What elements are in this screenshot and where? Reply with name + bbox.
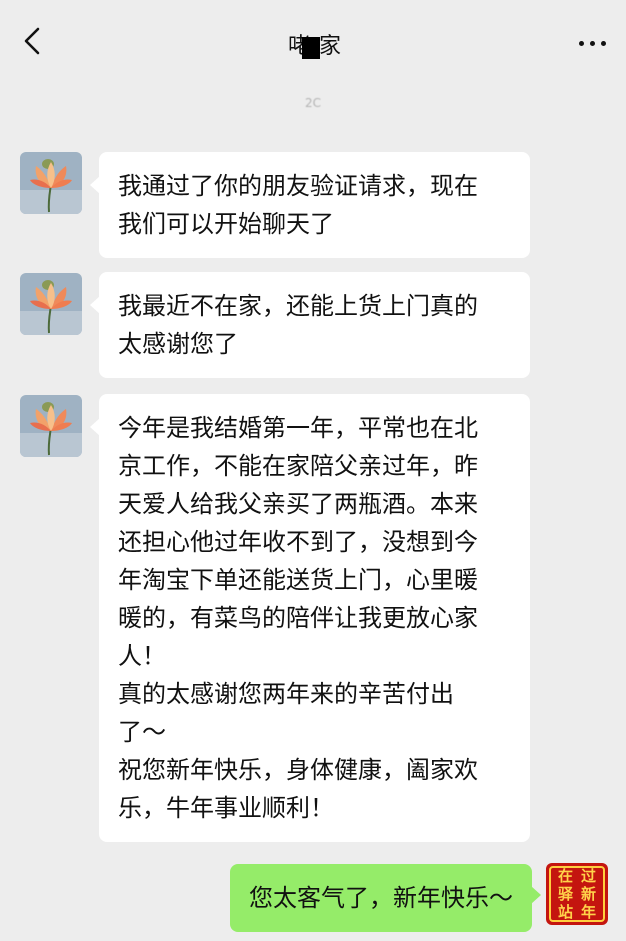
message-line: 祝您新年快乐，身体健康，阖家欢 <box>118 756 478 784</box>
avatar-char: 过 <box>580 867 596 885</box>
message-line: 了～ <box>118 718 166 746</box>
message-line: 乐，牛年事业顺利！ <box>118 794 334 822</box>
message-line: 今年是我结婚第一年，平常也在北 <box>118 414 478 442</box>
message-line: 京工作，不能在家陪父亲过年，昨 <box>118 452 478 480</box>
contact-avatar[interactable] <box>20 395 82 457</box>
message-line: 真的太感谢您两年来的辛苦付出 <box>118 680 454 708</box>
lotus-avatar-icon <box>20 273 82 335</box>
message-line: 太感谢您了 <box>118 330 238 358</box>
contact-avatar[interactable] <box>20 273 82 335</box>
message-line: 人！ <box>118 642 166 670</box>
message-timestamp: 2C <box>304 96 321 110</box>
avatar-char: 年 <box>580 903 596 921</box>
message-bubble-2[interactable]: 我最近不在家，还能上货上门真的 太感谢您了 <box>90 272 530 378</box>
message-bubble-4[interactable]: 您太客气了，新年快乐～ <box>230 864 541 932</box>
lotus-avatar-icon <box>20 152 82 214</box>
message-bubble-1[interactable]: 我通过了你的朋友验证请求，现在 我们可以开始聊天了 <box>90 152 530 258</box>
message-line: 我们可以开始聊天了 <box>118 210 334 238</box>
self-avatar[interactable]: 在 过 驿 新 站 年 <box>546 863 608 925</box>
back-button[interactable] <box>16 24 50 58</box>
message-line: 天爱人给我父亲买了两瓶酒。本来 <box>118 490 478 518</box>
avatar-char: 在 <box>557 867 573 885</box>
avatar-char: 新 <box>580 885 596 903</box>
chat-header: 咾 家 <box>0 0 626 86</box>
message-bubble-3[interactable]: 今年是我结婚第一年，平常也在北 京工作，不能在家陪父亲过年，昨 天爱人给我父亲买… <box>90 394 530 842</box>
avatar-seal-text: 在 过 驿 新 站 年 <box>554 867 600 921</box>
message-line: 年淘宝下单还能送货上门，心里暖 <box>118 566 478 594</box>
message-line: 我通过了你的朋友验证请求，现在 <box>118 172 478 200</box>
message-line: 暖的，有菜鸟的陪伴让我更放心家 <box>118 604 478 632</box>
more-horizontal-icon <box>578 40 584 46</box>
chevron-left-icon <box>24 27 40 55</box>
avatar-char: 驿 <box>557 885 573 903</box>
message-line: 我最近不在家，还能上货上门真的 <box>118 292 478 320</box>
message-line: 还担心他过年收不到了，没想到今 <box>118 528 478 556</box>
contact-avatar[interactable] <box>20 152 82 214</box>
lotus-avatar-icon <box>20 395 82 457</box>
avatar-char: 站 <box>557 903 573 921</box>
message-line: 您太客气了，新年快乐～ <box>249 884 513 912</box>
more-button[interactable] <box>572 26 612 60</box>
redaction-box <box>302 37 320 59</box>
